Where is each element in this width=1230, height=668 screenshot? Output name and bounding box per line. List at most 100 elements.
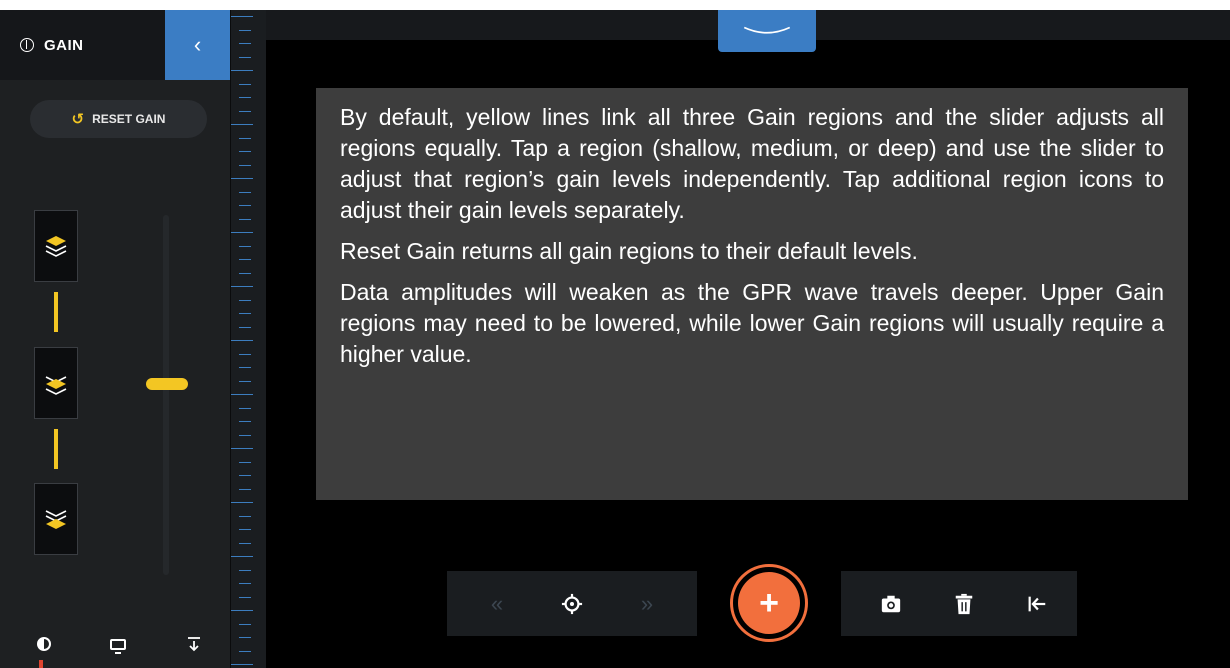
ruler-tick: [239, 30, 251, 31]
ruler-tick: [239, 408, 251, 409]
ruler-tick: [239, 529, 251, 530]
layers-top-icon: [45, 236, 67, 257]
ruler-tick: [239, 165, 251, 166]
ruler-tick: [239, 84, 251, 85]
ruler-tick: [239, 273, 251, 274]
locate-button[interactable]: [552, 571, 592, 636]
monitor-icon: [110, 638, 126, 654]
ruler-tick: [231, 124, 253, 125]
ruler-tick: [231, 16, 253, 17]
ruler-tick: [239, 97, 251, 98]
ruler-tick: [239, 192, 251, 193]
panel-bottom-toolbar: [0, 625, 230, 665]
contrast-button[interactable]: [33, 633, 55, 655]
add-button[interactable]: +: [730, 564, 808, 642]
ruler-tick: [231, 448, 253, 449]
active-indicator: [39, 660, 43, 668]
ruler-tick: [239, 43, 251, 44]
ruler-tick: [239, 111, 251, 112]
ruler-tick: [239, 475, 251, 476]
ruler-tick: [239, 489, 251, 490]
ruler-tick: [231, 70, 253, 71]
return-to-start-button[interactable]: [1017, 571, 1057, 636]
gain-panel-header: GAIN ‹: [0, 10, 230, 80]
ruler-tick: [239, 570, 251, 571]
gain-panel-title: GAIN: [20, 10, 84, 80]
layers-bottom-icon: [45, 510, 67, 529]
reset-gain-label: RESET GAIN: [92, 112, 166, 126]
layers-middle-icon: [45, 376, 67, 395]
rewind-button[interactable]: «: [477, 571, 517, 636]
crosshair-icon: [561, 593, 583, 614]
region-deep-button[interactable]: [34, 483, 78, 555]
ruler-tick: [239, 462, 251, 463]
delete-button[interactable]: [944, 571, 984, 636]
ruler-tick: [239, 624, 251, 625]
ruler-tick: [239, 597, 251, 598]
ruler-tick: [239, 367, 251, 368]
ruler-tick: [239, 151, 251, 152]
camera-icon: [881, 595, 901, 612]
gain-slider-thumb[interactable]: [146, 378, 188, 390]
gain-title-label: GAIN: [44, 36, 84, 54]
reset-gain-button[interactable]: ↺ RESET GAIN: [30, 100, 207, 138]
gain-icon: [20, 38, 34, 52]
ruler-tick: [239, 435, 251, 436]
forward-button[interactable]: »: [627, 571, 667, 636]
ruler-tick: [231, 178, 253, 179]
ruler-tick: [239, 421, 251, 422]
ruler-tick: [239, 313, 251, 314]
action-toolbar: [841, 571, 1077, 636]
navigation-toolbar: « »: [447, 571, 697, 636]
ruler-tick: [239, 57, 251, 58]
ruler-tick: [239, 219, 251, 220]
ruler-tick: [239, 300, 251, 301]
ruler-tick: [231, 502, 253, 503]
help-paragraph-3: Data amplitudes will weaken as the GPR w…: [340, 279, 1164, 367]
ruler-tick: [231, 394, 253, 395]
display-button[interactable]: [107, 633, 129, 655]
gain-help-overlay: By default, yellow lines link all three …: [316, 88, 1188, 500]
screenshot-button[interactable]: [871, 571, 911, 636]
depth-button[interactable]: [183, 633, 205, 655]
ruler-tick: [231, 286, 253, 287]
ruler-tick: [239, 651, 251, 652]
ruler-tick: [239, 246, 251, 247]
ruler-tick: [239, 583, 251, 584]
ruler-tick: [239, 327, 251, 328]
ruler-tick: [231, 340, 253, 341]
chevron-left-icon: ‹: [193, 32, 202, 57]
ruler-tick: [231, 610, 253, 611]
ruler-tick: [239, 543, 251, 544]
depth-ruler: [230, 10, 266, 668]
chevron-down-icon: [743, 26, 791, 34]
ruler-tick: [231, 232, 253, 233]
trash-icon: [955, 593, 973, 614]
ruler-tick: [239, 637, 251, 638]
collapse-panel-button[interactable]: ‹: [165, 10, 230, 80]
back-to-start-icon: [1028, 596, 1046, 611]
ruler-tick: [239, 138, 251, 139]
ruler-tick: [231, 556, 253, 557]
reset-icon: ↺: [71, 111, 85, 128]
double-chevron-right-icon: »: [640, 590, 654, 616]
ruler-tick: [231, 664, 253, 665]
link-line-upper: [54, 292, 58, 332]
plus-icon: +: [738, 572, 800, 634]
contrast-icon: [37, 637, 51, 651]
depth-down-icon: [188, 637, 200, 652]
help-paragraph-1: By default, yellow lines link all three …: [340, 104, 1164, 223]
ruler-tick: [239, 205, 251, 206]
ruler-tick: [239, 516, 251, 517]
help-paragraph-2: Reset Gain returns all gain regions to t…: [340, 238, 918, 264]
ruler-tick: [239, 381, 251, 382]
expand-handle-button[interactable]: [718, 10, 816, 52]
region-shallow-button[interactable]: [34, 210, 78, 282]
region-medium-button[interactable]: [34, 347, 78, 419]
gain-slider-track[interactable]: [163, 215, 169, 575]
ruler-tick: [239, 259, 251, 260]
link-line-lower: [54, 429, 58, 469]
app-canvas: GAIN ‹ ↺ RESET GAIN By default, yellow l…: [0, 10, 1230, 668]
ruler-tick: [239, 354, 251, 355]
double-chevron-left-icon: «: [490, 590, 504, 616]
